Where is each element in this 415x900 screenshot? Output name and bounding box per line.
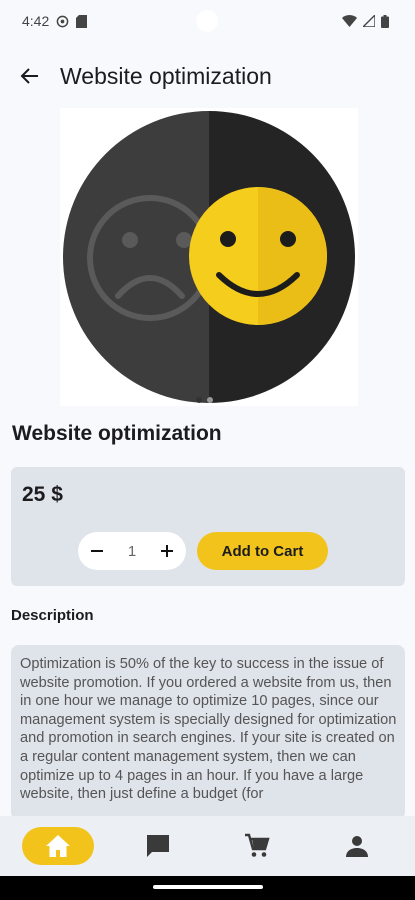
person-icon xyxy=(346,836,369,857)
price-card: 25 $ 1 Add to Cart xyxy=(11,467,405,586)
home-gesture-handle[interactable] xyxy=(153,885,263,889)
app-bar: Website optimization xyxy=(0,52,415,100)
minus-icon xyxy=(91,550,103,552)
nav-home[interactable] xyxy=(21,827,94,865)
status-left: 4:42 xyxy=(22,13,88,29)
chat-icon xyxy=(146,835,169,857)
description-heading: Description xyxy=(11,607,94,624)
status-time: 4:42 xyxy=(22,13,50,29)
description-text: Optimization is 50% of the key to succes… xyxy=(20,656,397,803)
signal-icon xyxy=(363,15,375,27)
product-image-carousel[interactable] xyxy=(60,108,358,406)
back-button[interactable] xyxy=(16,62,44,90)
product-title: Website optimization xyxy=(12,422,222,445)
cart-icon xyxy=(245,833,270,857)
nav-profile[interactable] xyxy=(321,827,393,865)
home-icon xyxy=(45,835,70,857)
plus-icon xyxy=(161,545,173,557)
page-title: Website optimization xyxy=(60,62,272,89)
status-right xyxy=(342,14,389,28)
quantity-value[interactable]: 1 xyxy=(128,543,136,560)
increase-quantity-button[interactable] xyxy=(160,540,174,562)
sim-card-icon xyxy=(76,14,88,28)
decrease-quantity-button[interactable] xyxy=(90,540,104,562)
product-price: 25 $ xyxy=(22,483,63,506)
battery-icon xyxy=(381,14,389,28)
carousel-indicator xyxy=(196,397,213,403)
wifi-icon xyxy=(342,15,357,27)
description-card[interactable]: Optimization is 50% of the key to succes… xyxy=(11,645,405,820)
add-to-cart-button[interactable]: Add to Cart xyxy=(197,532,328,570)
arrow-back-icon xyxy=(20,68,38,84)
front-camera xyxy=(196,10,218,32)
carousel-dot-active[interactable] xyxy=(196,397,202,403)
settings-status-icon xyxy=(56,15,69,27)
bottom-navigation xyxy=(0,816,415,876)
carousel-dot[interactable] xyxy=(207,397,213,403)
nav-cart[interactable] xyxy=(221,827,293,865)
sad-happy-face-illustration xyxy=(63,111,355,403)
nav-messages[interactable] xyxy=(122,827,194,865)
quantity-stepper: 1 xyxy=(78,532,186,570)
